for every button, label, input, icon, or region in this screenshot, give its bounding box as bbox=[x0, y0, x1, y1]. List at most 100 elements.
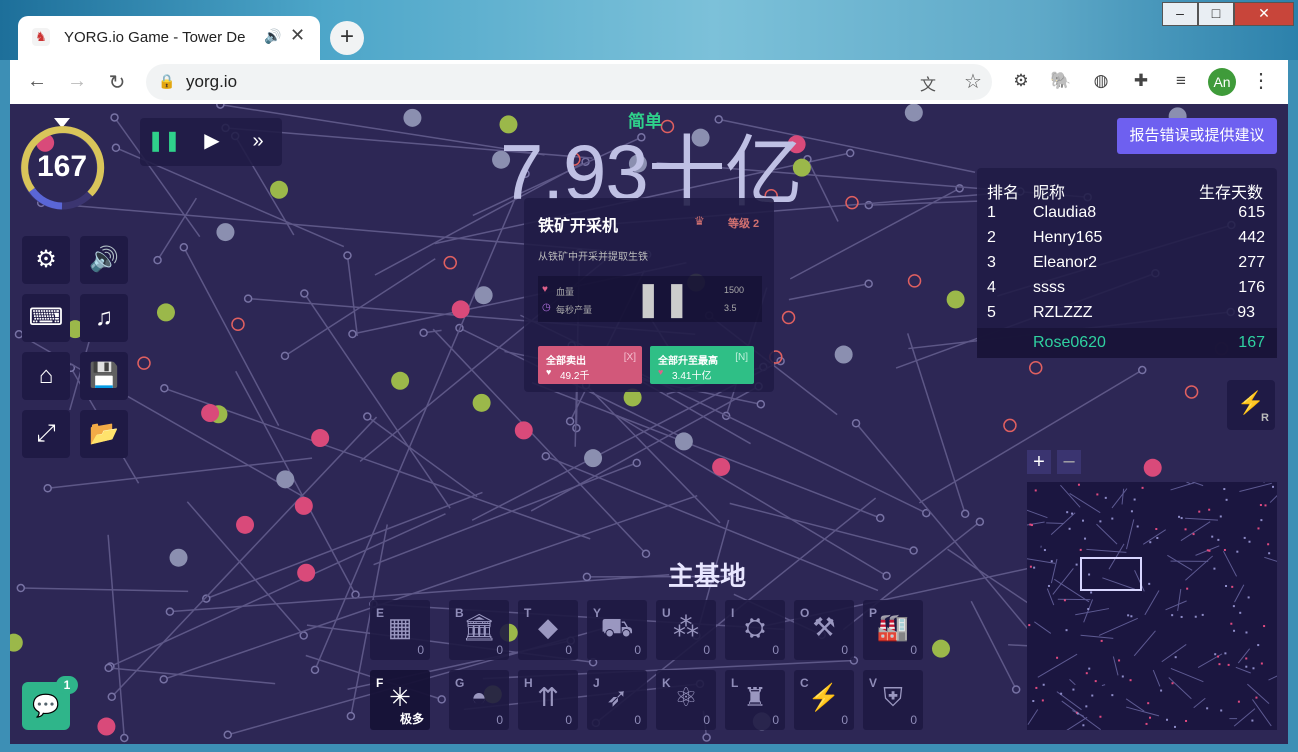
map-node[interactable] bbox=[641, 549, 651, 559]
bookmark-star-icon[interactable]: ☆ bbox=[964, 69, 982, 94]
crystal-deposit[interactable] bbox=[294, 496, 313, 515]
url-text[interactable]: yorg.io bbox=[186, 72, 237, 92]
build-slot-selected[interactable]: F ✳ 极多 bbox=[370, 670, 430, 730]
map-node[interactable] bbox=[572, 423, 581, 433]
iron-deposit[interactable] bbox=[169, 548, 188, 567]
map-node[interactable] bbox=[216, 104, 225, 109]
harvester-building[interactable] bbox=[137, 356, 151, 370]
map-node[interactable] bbox=[310, 665, 320, 675]
harvester-building[interactable] bbox=[1029, 360, 1043, 375]
crystal-deposit[interactable] bbox=[451, 300, 470, 319]
home-icon[interactable]: ⌂ bbox=[22, 352, 70, 400]
tab-close-icon[interactable]: ✕ bbox=[290, 25, 305, 46]
crystal-deposit[interactable] bbox=[1143, 458, 1162, 477]
ore-deposit[interactable] bbox=[10, 633, 23, 652]
browser-menu-icon[interactable]: ⋮ bbox=[1250, 70, 1272, 92]
globe-icon[interactable]: ◍ bbox=[1090, 70, 1112, 92]
map-node[interactable] bbox=[864, 279, 873, 288]
minimap-canvas[interactable] bbox=[1012, 464, 1288, 732]
crystal-deposit[interactable] bbox=[311, 429, 330, 448]
reload-icon[interactable]: ↻ bbox=[104, 70, 130, 95]
map-node[interactable] bbox=[280, 351, 290, 361]
map-node[interactable] bbox=[43, 483, 52, 493]
build-slot[interactable]: H ⇈ 0 bbox=[518, 670, 578, 730]
translate-icon[interactable]: 文 bbox=[920, 71, 936, 95]
map-node[interactable] bbox=[343, 251, 352, 260]
map-node[interactable] bbox=[179, 243, 189, 252]
settings-icon[interactable]: ⚙ bbox=[22, 236, 70, 284]
map-node[interactable] bbox=[1137, 365, 1147, 375]
iron-deposit[interactable] bbox=[216, 223, 235, 242]
map-node[interactable] bbox=[153, 255, 162, 265]
evernote-icon[interactable]: 🐘 bbox=[1050, 70, 1072, 92]
map-node[interactable] bbox=[243, 294, 253, 303]
build-slot[interactable]: Y ⛟ 0 bbox=[587, 600, 647, 660]
build-slot[interactable]: P 🏭 0 bbox=[863, 600, 923, 660]
map-node[interactable] bbox=[104, 663, 113, 673]
map-node[interactable] bbox=[851, 419, 861, 428]
ore-deposit[interactable] bbox=[946, 290, 965, 309]
forward-icon[interactable]: → bbox=[64, 70, 90, 93]
map-node[interactable] bbox=[299, 631, 308, 640]
crystal-deposit[interactable] bbox=[201, 404, 220, 423]
browser-tab[interactable]: ♞ YORG.io Game - Tower De 🔊 ✕ bbox=[18, 16, 320, 60]
map-node[interactable] bbox=[975, 517, 985, 527]
map-node[interactable] bbox=[120, 733, 129, 743]
media-queue-icon[interactable]: ≡ bbox=[1170, 70, 1192, 92]
build-slot[interactable]: V ⛨ 0 bbox=[863, 670, 923, 730]
lock-icon[interactable]: 🔒 bbox=[158, 73, 175, 90]
ore-deposit[interactable] bbox=[932, 639, 951, 658]
fullscreen-icon[interactable]: ⤢ bbox=[22, 410, 70, 458]
crystal-deposit[interactable] bbox=[236, 515, 255, 534]
map-node[interactable] bbox=[159, 675, 168, 684]
harvester-building[interactable] bbox=[845, 195, 859, 210]
build-slot[interactable]: L ♜ 0 bbox=[725, 670, 785, 730]
profile-avatar[interactable]: An bbox=[1208, 68, 1236, 96]
upgrade-all-button[interactable]: 全部升至最高 [N] ♥ 3.41十亿 bbox=[650, 346, 754, 384]
report-feedback-button[interactable]: 报告错误或提供建议 bbox=[1117, 118, 1277, 154]
folder-icon[interactable]: 📂 bbox=[80, 410, 128, 458]
build-slot[interactable]: I ⛭ 0 bbox=[725, 600, 785, 660]
map-node[interactable] bbox=[300, 289, 309, 298]
ore-deposit[interactable] bbox=[156, 303, 175, 322]
crystal-deposit[interactable] bbox=[97, 717, 116, 736]
crystal-deposit[interactable] bbox=[514, 421, 533, 440]
game-viewport[interactable]: 167 ❚❚ ▶ » 简单 7.93十亿 报告错误或提供建议 ⚙ 🔊 ⌨ ♫ ⌂… bbox=[10, 104, 1288, 744]
close-window-button[interactable]: ✕ bbox=[1234, 2, 1294, 26]
zoom-in-button[interactable]: + bbox=[1027, 450, 1051, 474]
map-node[interactable] bbox=[909, 546, 918, 555]
address-bar[interactable]: 🔒 yorg.io 文 ☆ bbox=[146, 64, 992, 100]
map-node[interactable] bbox=[756, 399, 766, 409]
iron-deposit[interactable] bbox=[584, 449, 603, 468]
build-slot[interactable]: J ➶ 0 bbox=[587, 670, 647, 730]
harvester-building[interactable] bbox=[781, 310, 796, 325]
harvester-building[interactable] bbox=[231, 317, 245, 332]
zoom-out-button[interactable]: – bbox=[1057, 450, 1081, 474]
map-node[interactable] bbox=[363, 412, 372, 421]
build-slot[interactable]: C ⚡ 0 bbox=[794, 670, 854, 730]
build-slot[interactable]: B 🏛 0 bbox=[449, 600, 509, 660]
minimap[interactable] bbox=[1012, 464, 1288, 732]
map-node[interactable] bbox=[1011, 685, 1021, 694]
extension-gear-icon[interactable]: ⚙ bbox=[1010, 70, 1032, 92]
map-node[interactable] bbox=[346, 711, 356, 721]
map-node[interactable] bbox=[882, 571, 891, 581]
ore-deposit[interactable] bbox=[270, 180, 289, 199]
iron-deposit[interactable] bbox=[834, 345, 853, 364]
iron-deposit[interactable] bbox=[403, 108, 422, 127]
build-slot[interactable]: U ⁂ 0 bbox=[656, 600, 716, 660]
map-node[interactable] bbox=[955, 184, 964, 193]
crystal-deposit[interactable] bbox=[712, 457, 731, 476]
map-node[interactable] bbox=[960, 509, 970, 519]
build-slot[interactable]: E ▦ 0 bbox=[370, 600, 430, 660]
ore-deposit[interactable] bbox=[391, 371, 410, 390]
map-node[interactable] bbox=[702, 733, 711, 742]
map-node[interactable] bbox=[165, 607, 175, 616]
map-node[interactable] bbox=[160, 384, 169, 393]
map-node[interactable] bbox=[632, 458, 642, 468]
map-node[interactable] bbox=[111, 143, 121, 153]
iron-deposit[interactable] bbox=[674, 432, 693, 451]
minimize-button[interactable]: – bbox=[1162, 2, 1198, 26]
pause-icon[interactable]: ❚❚ bbox=[142, 118, 186, 164]
back-icon[interactable]: ← bbox=[24, 70, 50, 93]
